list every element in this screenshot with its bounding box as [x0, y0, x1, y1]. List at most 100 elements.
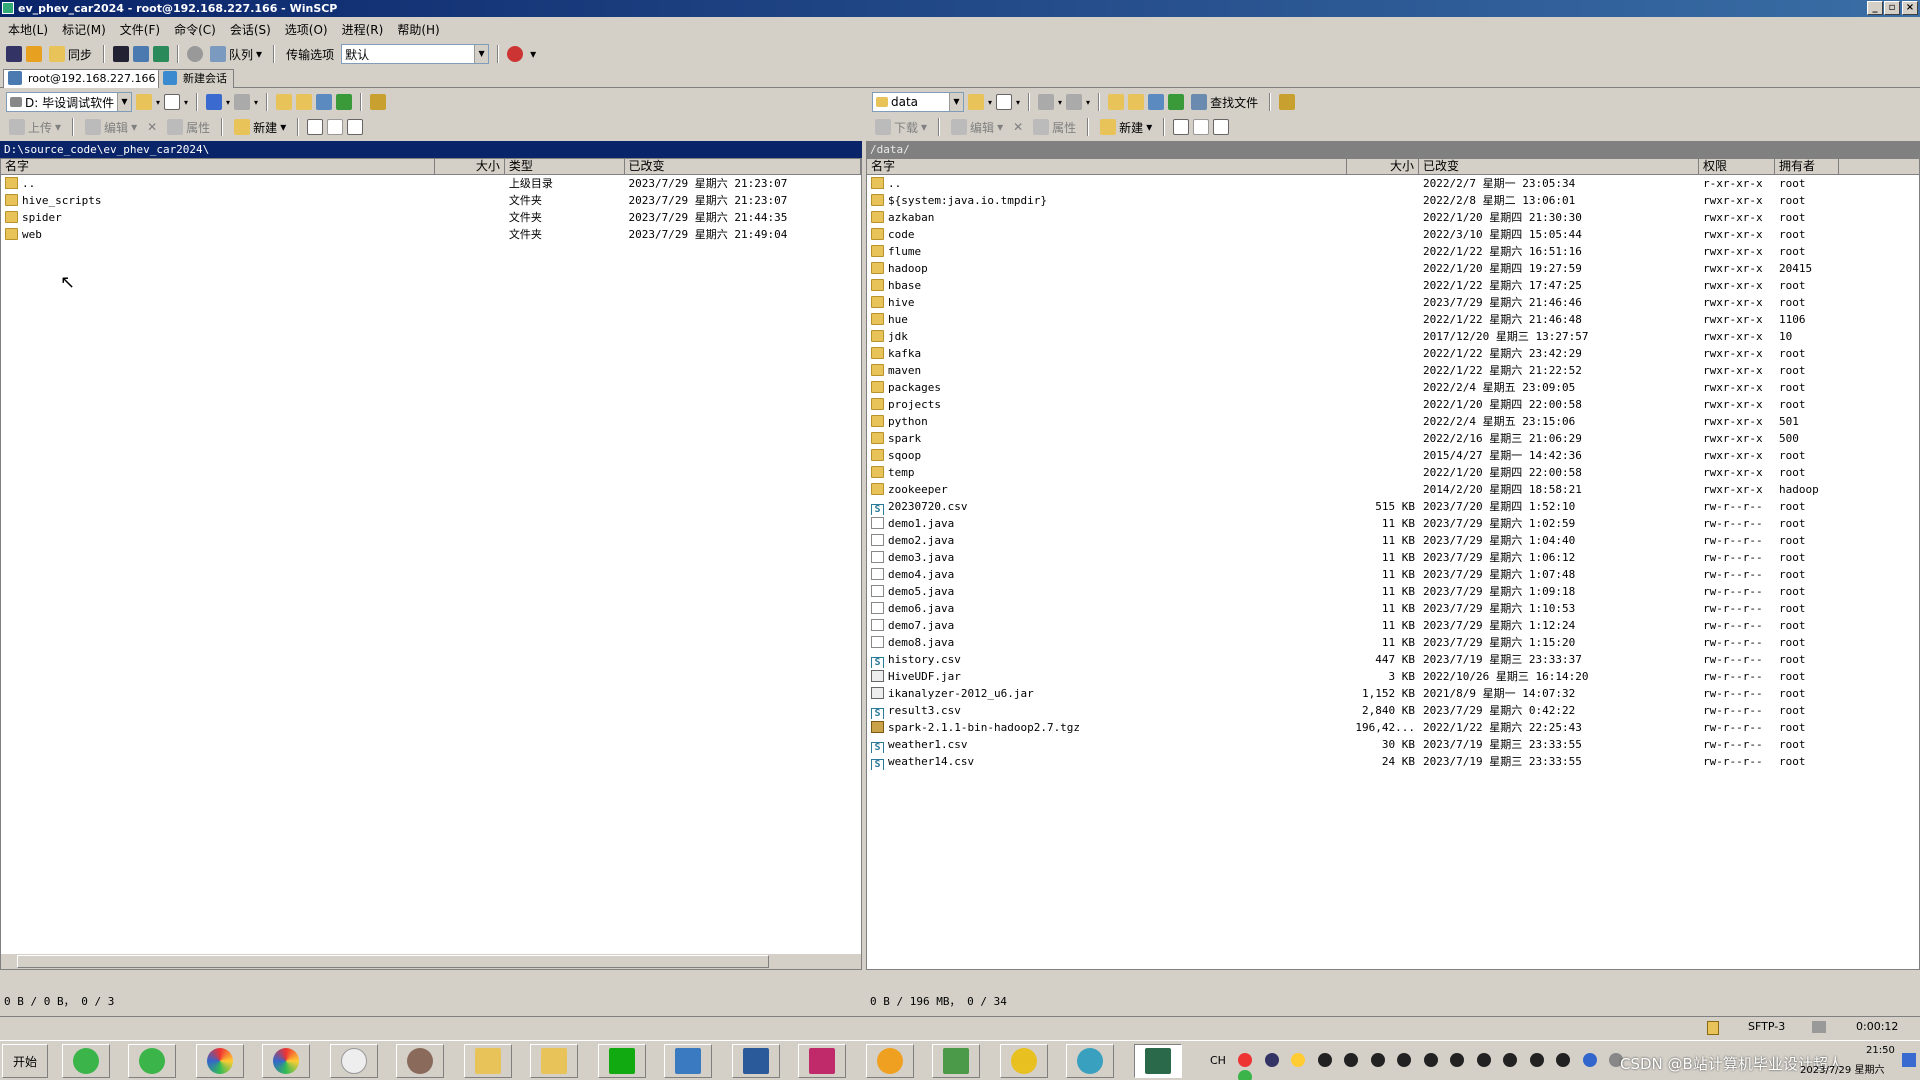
col-changed[interactable]: 已改变: [625, 159, 861, 174]
table-row[interactable]: Sweather1.csv 30 KB 2023/7/19 星期三 23:33:55…: [867, 736, 1919, 753]
show-desktop-icon[interactable]: [1902, 1053, 1916, 1067]
taskbar-browser-2[interactable]: [262, 1044, 310, 1078]
reconnect-icon[interactable]: [507, 46, 524, 62]
table-row[interactable]: demo2.java 11 KB 2023/7/29 星期六 1:04:40 rw-r…: [867, 532, 1919, 549]
table-row[interactable]: hive 2023/7/29 星期六 21:46:46 rwxr-xr-x root: [867, 294, 1919, 311]
local-delete-button[interactable]: ✕: [144, 117, 160, 137]
open-folder-icon[interactable]: [968, 94, 984, 110]
unselect-icon[interactable]: [327, 119, 344, 135]
open-folder-icon[interactable]: [136, 94, 152, 110]
queue-button[interactable]: 队列 ▾: [207, 44, 265, 64]
qq-penguin-icon[interactable]: [1503, 1053, 1517, 1067]
table-row[interactable]: demo7.java 11 KB 2023/7/29 星期六 1:12:24 rw-r…: [867, 617, 1919, 634]
table-row[interactable]: zookeeper 2014/2/20 星期四 18:58:21 rwxr-xr-x…: [867, 481, 1919, 498]
col-type[interactable]: 类型: [505, 159, 625, 174]
local-hscrollbar[interactable]: [1, 953, 861, 969]
table-row[interactable]: kafka 2022/1/22 星期六 23:42:29 rwxr-xr-x root: [867, 345, 1919, 362]
remote-delete-button[interactable]: ✕: [1010, 117, 1026, 137]
sync-button[interactable]: 同步: [46, 44, 95, 64]
qq-penguin-icon[interactable]: [1397, 1053, 1411, 1067]
qq-penguin-icon[interactable]: [1317, 1053, 1332, 1067]
local-browse-icon[interactable]: [6, 46, 22, 62]
table-row[interactable]: maven 2022/1/22 星期六 21:22:52 rwxr-xr-x root: [867, 362, 1919, 379]
filter-select-icon[interactable]: [347, 119, 364, 135]
table-row[interactable]: spark 2022/2/16 星期三 21:06:29 rwxr-xr-x 500: [867, 430, 1919, 447]
local-edit-button[interactable]: 编辑 ▾: [82, 117, 140, 137]
qq-penguin-icon[interactable]: [1476, 1053, 1491, 1067]
input-language[interactable]: CH: [1210, 1054, 1226, 1067]
col-size[interactable]: 大小: [435, 159, 505, 174]
terminal-icon[interactable]: [113, 46, 130, 62]
select-all-icon[interactable]: [1173, 119, 1190, 135]
table-row[interactable]: Shistory.csv 447 KB 2023/7/19 星期三 23:33:37…: [867, 651, 1919, 668]
taskbar-folder-1[interactable]: [464, 1044, 512, 1078]
reconnect-dropdown[interactable]: ▾: [527, 44, 539, 64]
menu-help[interactable]: 帮助(H): [397, 21, 439, 38]
taskbar-app-avatar[interactable]: [396, 1044, 444, 1078]
local-path-bar[interactable]: D:\source_code\ev_phev_car2024\: [0, 141, 862, 158]
gear-icon[interactable]: [187, 46, 204, 62]
tab-new-session[interactable]: 新建会话: [158, 69, 234, 88]
parent-dir-icon[interactable]: [276, 94, 293, 110]
menu-file[interactable]: 文件(F): [120, 21, 160, 38]
taskbar-intellij[interactable]: [798, 1044, 846, 1078]
find-dir-icon[interactable]: [370, 94, 387, 110]
clock-time[interactable]: 21:50: [1866, 1045, 1895, 1056]
remote-props-button[interactable]: 属性: [1030, 117, 1079, 137]
root-dir-icon[interactable]: [1128, 94, 1145, 110]
select-all-icon[interactable]: [307, 119, 324, 135]
table-row[interactable]: S 20230720.csv 515 KB 2023/7/20 星期四 1:52:10…: [867, 498, 1919, 515]
taskbar-wechat-2[interactable]: [128, 1044, 176, 1078]
table-row[interactable]: hue 2022/1/22 星期六 21:46:48 rwxr-xr-x 1106: [867, 311, 1919, 328]
shield-icon[interactable]: [1582, 1053, 1597, 1067]
scroll-thumb[interactable]: [17, 955, 769, 968]
wechat-icon[interactable]: [1238, 1070, 1252, 1080]
local-new-button[interactable]: 新建 ▾: [231, 117, 289, 137]
compare-dirs-icon[interactable]: [26, 46, 42, 62]
local-props-button[interactable]: 属性: [164, 117, 213, 137]
filter-icon[interactable]: [996, 94, 1013, 110]
putty-icon[interactable]: [133, 46, 150, 62]
tray-app-icon[interactable]: [1264, 1053, 1279, 1067]
table-row[interactable]: ikanalyzer-2012_u6.jar 1,152 KB 2021/8/9 星…: [867, 685, 1919, 702]
table-row[interactable]: demo1.java 11 KB 2023/7/29 星期六 1:02:59 rw-r…: [867, 515, 1919, 532]
local-drive-select[interactable]: D: 毕设调试软件 ▼: [6, 92, 132, 112]
taskbar-wechat-1[interactable]: [62, 1044, 110, 1078]
table-row[interactable]: .. 2022/2/7 星期一 23:05:34 r-xr-xr-x root: [867, 175, 1919, 192]
table-row[interactable]: demo5.java 11 KB 2023/7/29 星期六 1:09:18 rw-r…: [867, 583, 1919, 600]
table-row[interactable]: azkaban 2022/1/20 星期四 21:30:30 rwxr-xr-x ro…: [867, 209, 1919, 226]
parent-dir-icon[interactable]: [1108, 94, 1125, 110]
remote-file-list[interactable]: 名字 大小 已改变 权限 拥有者 .. 2022/2/7 星期一 23:05:34…: [866, 158, 1920, 970]
tab-session-root[interactable]: root@192.168.227.166: [3, 69, 163, 88]
table-row[interactable]: temp 2022/1/20 星期四 22:00:58 rwxr-xr-x root: [867, 464, 1919, 481]
table-row[interactable]: projects 2022/1/20 星期四 22:00:58 rwxr-xr-x r…: [867, 396, 1919, 413]
table-row[interactable]: .. 上级目录 2023/7/29 星期六 21:23:07: [1, 175, 861, 192]
menu-mark[interactable]: 标记(M): [62, 21, 106, 38]
ime-icon[interactable]: [1238, 1053, 1252, 1067]
home-icon[interactable]: [316, 94, 333, 110]
taskbar-vm[interactable]: [664, 1044, 712, 1078]
taskbar-folder-2[interactable]: [530, 1044, 578, 1078]
menu-session[interactable]: 会话(S): [230, 21, 271, 38]
table-row[interactable]: flume 2022/1/22 星期六 16:51:16 rwxr-xr-x root: [867, 243, 1919, 260]
taskbar-music[interactable]: [1000, 1044, 1048, 1078]
tray-app-icon[interactable]: [1291, 1053, 1305, 1067]
local-file-list[interactable]: 名字 大小 类型 已改变 .. 上级目录 2023/7/29 星期六 21:23:0…: [0, 158, 862, 970]
menu-process[interactable]: 进程(R): [342, 21, 384, 38]
find-dir-icon[interactable]: [1279, 94, 1296, 110]
menu-command[interactable]: 命令(C): [174, 21, 216, 38]
qq-penguin-icon[interactable]: [1370, 1053, 1385, 1067]
menu-options[interactable]: 选项(O): [285, 21, 328, 38]
table-row[interactable]: spider 文件夹 2023/7/29 星期六 21:44:35: [1, 209, 861, 226]
refresh-icon[interactable]: [1168, 94, 1185, 110]
remote-edit-button[interactable]: 编辑 ▾: [948, 117, 1006, 137]
table-row[interactable]: Sresult3.csv 2,840 KB 2023/7/29 星期六 0:42:2…: [867, 702, 1919, 719]
unselect-icon[interactable]: [1193, 119, 1210, 135]
table-row[interactable]: HiveUDF.jar 3 KB 2022/10/26 星期三 16:14:20 rw…: [867, 668, 1919, 685]
minimize-button[interactable]: _: [1867, 1, 1883, 15]
table-row[interactable]: hbase 2022/1/22 星期六 17:47:25 rwxr-xr-x root: [867, 277, 1919, 294]
col-size[interactable]: 大小: [1347, 159, 1419, 174]
taskbar-app-qq[interactable]: [330, 1044, 378, 1078]
taskbar-pycharm[interactable]: [598, 1044, 646, 1078]
refresh-icon[interactable]: [336, 94, 353, 110]
